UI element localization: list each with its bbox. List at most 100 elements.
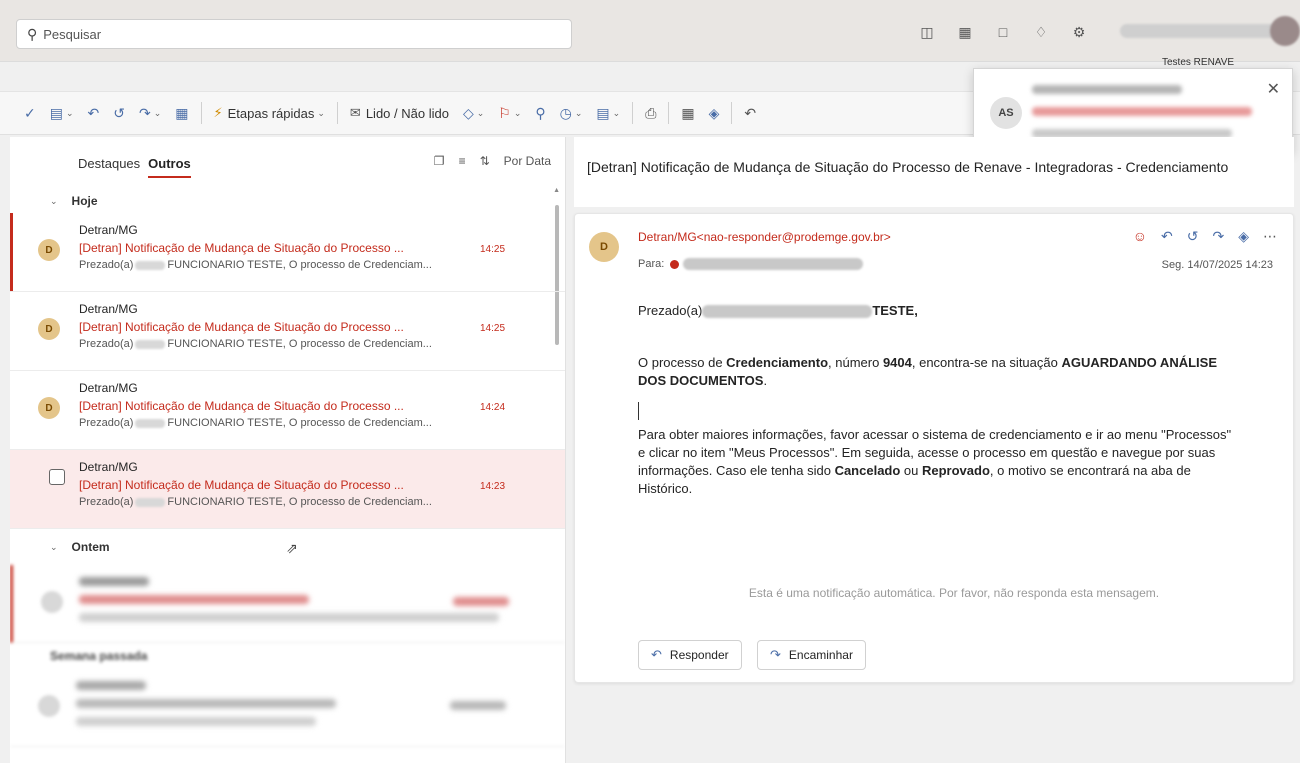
time: 14:25 xyxy=(480,323,506,334)
loop-icon[interactable]: ◈ xyxy=(703,99,726,127)
flag-button[interactable]: ⚐ ⌄ xyxy=(492,99,527,127)
forward-icon: ↷ xyxy=(770,647,781,662)
feedback-icon[interactable]: □ xyxy=(994,23,1012,41)
forward-icon[interactable]: ↷ xyxy=(1212,228,1224,245)
tag-button[interactable]: ◇ ⌄ xyxy=(457,99,490,127)
preview-prefix: Prezado(a) xyxy=(79,417,134,429)
list-item-blurred[interactable] xyxy=(10,565,565,643)
select-icon[interactable]: ❐ xyxy=(434,154,445,168)
message-list: Destaques Outros ❐ ≡ ⇅ Por Data ▲ ⌄ Hoje … xyxy=(10,137,566,763)
undo-icon[interactable]: ↶ xyxy=(738,99,762,127)
text-caret xyxy=(638,402,639,420)
office-icon[interactable]: ▦ xyxy=(956,23,974,41)
chevron-down-icon: ⌄ xyxy=(476,107,485,118)
pin-icon[interactable]: ⚲ xyxy=(529,99,551,127)
avatar: D xyxy=(38,318,60,340)
sort-label[interactable]: Por Data xyxy=(504,154,551,168)
close-icon[interactable]: ✕ xyxy=(1267,79,1280,99)
quick-steps-label: Etapas rápidas xyxy=(227,105,315,121)
select-checkbox[interactable] xyxy=(49,469,65,485)
group-last-week[interactable]: Semana passada xyxy=(10,643,565,669)
preview: Prezado(a) FUNCIONARIO TESTE, O processo … xyxy=(79,496,432,508)
chat-icon[interactable]: ◫ xyxy=(918,23,936,41)
more-icon[interactable]: ⋯ xyxy=(1263,228,1277,245)
avatar xyxy=(41,591,63,613)
divider xyxy=(668,102,670,124)
subject: [Detran] Notificação de Mudança de Situa… xyxy=(79,399,404,413)
read-unread-label: Lido / Não lido xyxy=(365,105,449,121)
recipient-redacted[interactable] xyxy=(683,258,864,270)
search-box[interactable]: ⚲ Pesquisar xyxy=(16,19,572,49)
profile-name-redacted[interactable] xyxy=(1120,24,1280,38)
list-tools: ❐ ≡ ⇅ Por Data xyxy=(434,154,551,168)
loop-icon[interactable]: ◈ xyxy=(1238,228,1249,245)
read-unread-button[interactable]: ✉ Lido / Não lido xyxy=(344,99,455,127)
forward-button[interactable]: ↷ ⌄ xyxy=(133,99,167,127)
top-bar: ⚲ Pesquisar ◫ ▦ □ ♢ ⚙ Testes RENAVE xyxy=(0,0,1300,68)
chevron-down-icon: ⌄ xyxy=(153,107,162,118)
list-item[interactable]: D Detran/MG [Detran] Notificação de Muda… xyxy=(10,371,565,450)
group-label: Semana passada xyxy=(50,649,148,663)
toast-subject-redacted xyxy=(1032,107,1252,116)
teams-icon[interactable]: ▦ xyxy=(169,99,194,127)
sweep-icon[interactable]: ✓ xyxy=(18,99,42,127)
reply-all-button[interactable]: ↺ xyxy=(107,99,131,127)
text: . xyxy=(763,373,768,388)
time: 14:24 xyxy=(480,402,506,413)
blurred-line xyxy=(79,577,149,586)
sender-address[interactable]: Detran/MG<nao-responder@prodemge.gov.br> xyxy=(638,230,891,244)
chevron-down-icon: ⌄ xyxy=(50,195,58,206)
print-icon[interactable]: ⎙ xyxy=(639,99,662,127)
blurred-line xyxy=(76,699,336,708)
divider xyxy=(731,102,733,124)
list-header: Destaques Outros ❐ ≡ ⇅ Por Data xyxy=(10,137,565,189)
blurred-line xyxy=(453,597,509,606)
subject: [Detran] Notificação de Mudança de Situa… xyxy=(79,241,404,255)
reply-label: Responder xyxy=(669,648,729,662)
quick-steps-button[interactable]: ⚡ Etapas rápidas ⌄ xyxy=(208,99,331,127)
reply-icon[interactable]: ↶ xyxy=(1161,228,1173,245)
blurred-line xyxy=(79,613,499,622)
gear-icon[interactable]: ⚙ xyxy=(1070,23,1088,41)
move-folder-button[interactable]: ▤ ⌄ xyxy=(44,99,80,127)
forward-button[interactable]: ↷ Encaminhar xyxy=(757,640,866,670)
mouse-cursor-icon: ⇗ xyxy=(286,540,298,556)
list-item-selected[interactable]: Detran/MG [Detran] Notificação de Mudanç… xyxy=(10,450,565,529)
list-item[interactable]: D Detran/MG [Detran] Notificação de Muda… xyxy=(10,292,565,371)
reaction-icon[interactable]: ☺ xyxy=(1133,228,1147,245)
toast-sender-redacted xyxy=(1032,85,1182,94)
reply-button[interactable]: ↶ xyxy=(82,99,106,127)
scroll-up-icon[interactable]: ▲ xyxy=(553,187,560,194)
sender: Detran/MG xyxy=(79,223,138,237)
message-body: Prezado(a) TESTE, O processo de Credencia… xyxy=(638,302,1238,518)
sort-icon[interactable]: ⇅ xyxy=(480,154,490,168)
avatar[interactable] xyxy=(1270,16,1300,46)
reply-all-icon[interactable]: ↺ xyxy=(1187,228,1199,245)
avatar xyxy=(38,695,60,717)
divider xyxy=(200,102,202,124)
tab-focused[interactable]: Destaques xyxy=(78,156,140,171)
rules-button[interactable]: ▤ ⌄ xyxy=(590,99,626,127)
search-icon: ⚲ xyxy=(27,25,38,42)
redacted xyxy=(702,305,873,319)
chevron-down-icon: ⌄ xyxy=(574,107,583,118)
apps-icon[interactable]: ▦ xyxy=(675,99,700,127)
envelope-icon: ✉ xyxy=(349,105,361,120)
profile-subtitle: Testes RENAVE xyxy=(1162,57,1235,68)
chevron-down-icon: ⌄ xyxy=(612,107,621,118)
to-label: Para: xyxy=(638,258,665,270)
group-today[interactable]: ⌄ Hoje xyxy=(10,189,565,213)
preview-prefix: Prezado(a) xyxy=(79,259,134,271)
list-item[interactable]: D Detran/MG [Detran] Notificação de Muda… xyxy=(10,213,565,292)
group-label: Hoje xyxy=(71,194,98,208)
snooze-button[interactable]: ◷ ⌄ xyxy=(554,99,589,127)
greeting: Prezado(a) TESTE, xyxy=(638,302,1238,320)
reply-button[interactable]: ↶ Responder xyxy=(638,640,742,670)
preview-suffix: FUNCIONARIO TESTE, O processo de Credenc… xyxy=(167,417,432,429)
tab-other[interactable]: Outros xyxy=(148,156,191,178)
bell-icon[interactable]: ♢ xyxy=(1032,23,1050,41)
sender: Detran/MG xyxy=(79,460,138,474)
filter-icon[interactable]: ≡ xyxy=(459,154,466,168)
chevron-down-icon: ⌄ xyxy=(65,107,74,118)
list-item-blurred[interactable] xyxy=(10,669,565,747)
